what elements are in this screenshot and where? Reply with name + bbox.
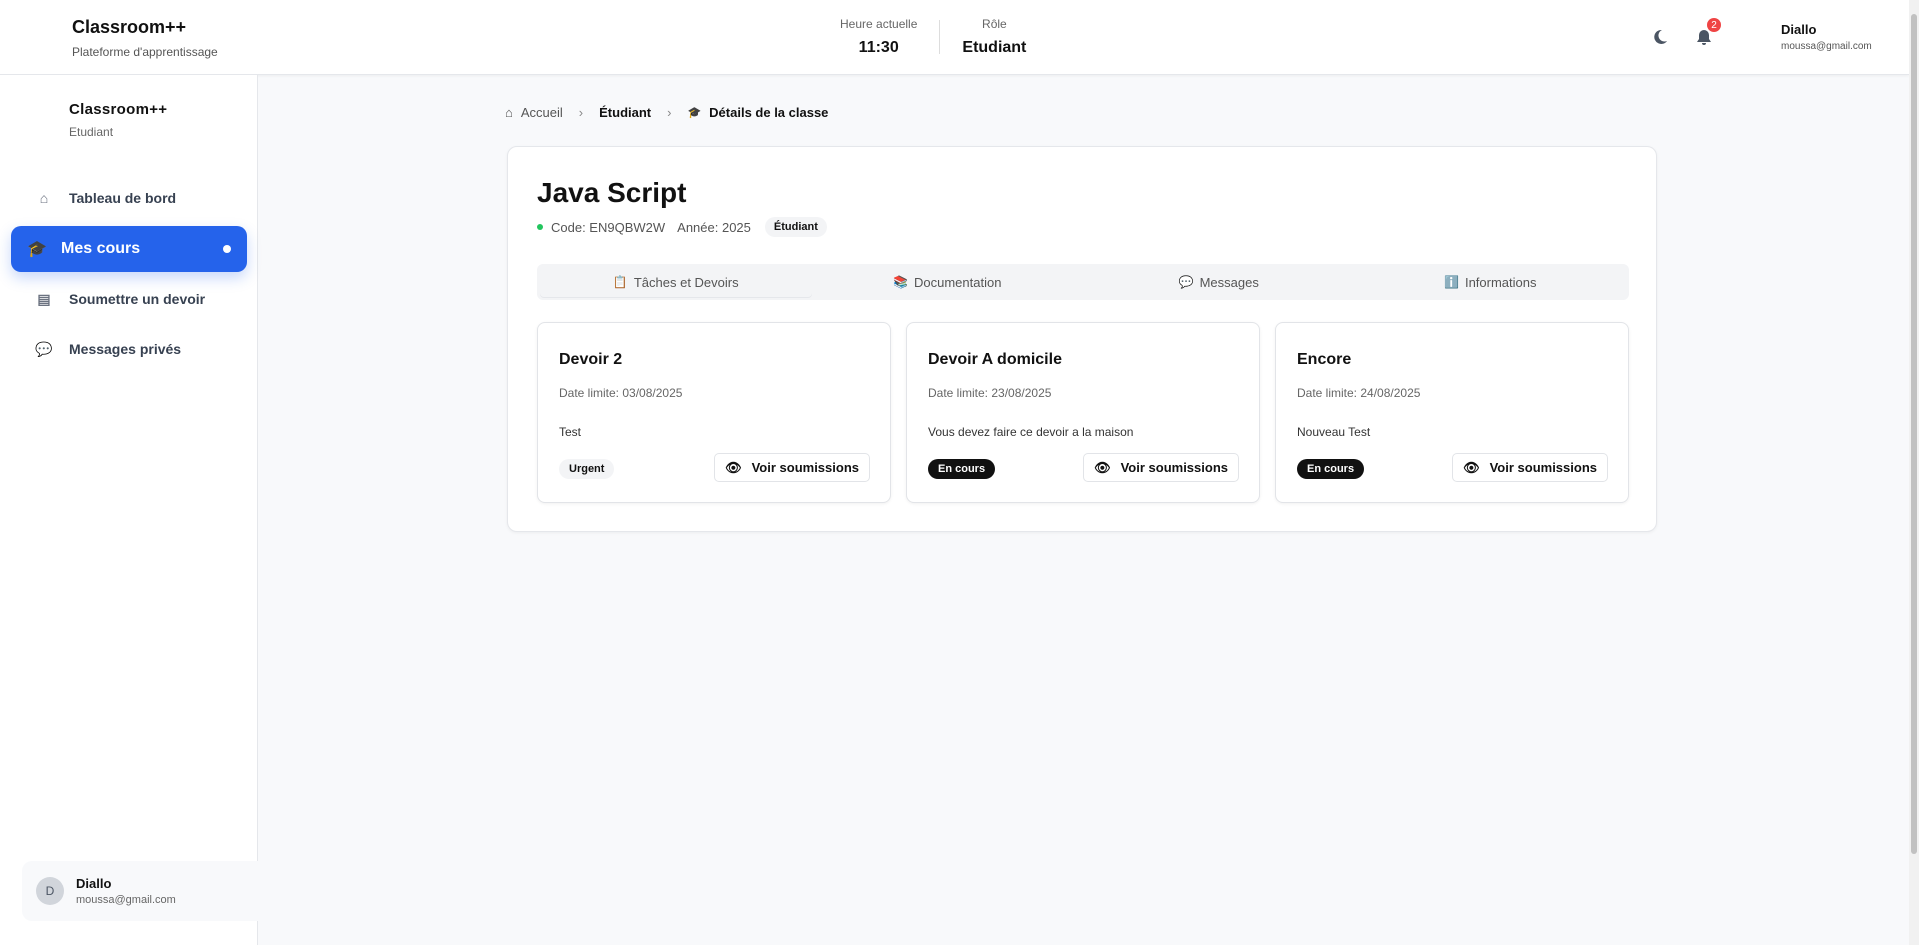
notification-badge: 2 <box>1707 18 1721 32</box>
graduation-cap-icon: 🎓 <box>687 107 702 119</box>
breadcrumb: ⌂ Accueil › Étudiant › 🎓 Détails de la c… <box>505 105 828 120</box>
button-label: Voir soumissions <box>1120 460 1228 475</box>
clipboard-icon: 📋 <box>612 275 628 289</box>
current-time: Heure actuelle 11:30 <box>840 17 917 57</box>
divider <box>939 20 941 54</box>
time-value: 11:30 <box>858 39 899 56</box>
tab-information[interactable]: ℹ️ Informations <box>1355 267 1627 297</box>
scrollbar-thumb[interactable] <box>1911 14 1917 854</box>
role-value: Etudiant <box>962 39 1027 56</box>
status-badge: En cours <box>1297 459 1365 479</box>
role-display: Rôle Etudiant <box>962 17 1026 57</box>
task-title: Devoir A domicile <box>928 351 1062 368</box>
nav-label: Tableau de bord <box>69 190 177 206</box>
home-icon: ⌂ <box>39 190 49 206</box>
task-deadline: Date limite: 24/08/2025 <box>1297 386 1421 400</box>
header-brand: Classroom++ Plateforme d'apprentissage <box>72 17 218 59</box>
nav-label: Soumettre un devoir <box>69 291 206 307</box>
notifications-button[interactable]: 2 <box>1693 18 1721 48</box>
sidebar-item-dashboard[interactable]: ⌂ Tableau de bord <box>11 175 247 221</box>
brand-title: Classroom++ <box>72 17 187 37</box>
task-deadline: Date limite: 03/08/2025 <box>559 386 683 400</box>
course-details-card: Java Script Code: EN9QBW2W Année: 2025 É… <box>507 146 1657 532</box>
eye-icon: 👁 <box>1463 459 1480 475</box>
tab-label: Messages <box>1199 274 1259 290</box>
task-description: Vous devez faire ce devoir a la maison <box>928 425 1134 439</box>
tab-label: Documentation <box>914 274 1002 290</box>
user-name: Diallo <box>76 876 112 891</box>
top-header: Classroom++ Plateforme d'apprentissage H… <box>0 0 1909 75</box>
task-deadline: Date limite: 23/08/2025 <box>928 386 1052 400</box>
button-label: Voir soumissions <box>751 460 859 475</box>
course-year: Année: 2025 <box>677 219 751 235</box>
active-dot <box>223 245 231 253</box>
tabs: 📋 Tâches et Devoirs 📚 Documentation 💬 Messa… <box>537 264 1629 300</box>
nav-label: Messages privés <box>69 341 182 357</box>
chevron-right-icon: › <box>578 105 584 120</box>
scrollbar[interactable] <box>1909 0 1919 945</box>
task-title: Devoir 2 <box>559 351 623 368</box>
task-card: Devoir A domicile Date limite: 23/08/202… <box>906 322 1260 503</box>
eye-icon: 👁 <box>1094 459 1111 475</box>
user-email: moussa@gmail.com <box>76 894 176 906</box>
task-description: Test <box>559 425 582 439</box>
brand-subtitle: Plateforme d'apprentissage <box>72 45 218 59</box>
sidebar-item-my-courses[interactable]: 🎓 Mes cours <box>11 226 247 272</box>
comments-icon: 💬 <box>35 340 53 357</box>
dark-mode-toggle[interactable] <box>1649 26 1671 48</box>
course-meta: Code: EN9QBW2W Année: 2025 Étudiant <box>537 217 827 237</box>
page-title: Java Script <box>537 177 687 208</box>
chevron-right-icon: › <box>667 105 672 120</box>
view-submissions-button[interactable]: 👁 Voir soumissions <box>1452 453 1608 482</box>
books-icon: 📚 <box>893 275 908 289</box>
status-dot <box>537 224 543 230</box>
task-title: Encore <box>1297 351 1352 368</box>
graduation-cap-icon: 🎓 <box>27 241 47 258</box>
task-card: Encore Date limite: 24/08/2025 Nouveau T… <box>1275 322 1629 503</box>
tab-tasks[interactable]: 📋 Tâches et Devoirs <box>540 267 812 297</box>
status-badge: En cours <box>928 459 996 479</box>
breadcrumb-home[interactable]: Accueil <box>521 105 563 120</box>
status-badge: Urgent <box>559 459 615 479</box>
file-icon: ▤ <box>37 290 51 307</box>
sidebar-item-submit-assignment[interactable]: ▤ Soumettre un devoir <box>11 276 247 322</box>
time-label: Heure actuelle <box>840 17 918 31</box>
task-description: Nouveau Test <box>1297 425 1371 439</box>
sidebar-role: Etudiant <box>69 125 114 139</box>
user-name: Diallo <box>1781 22 1817 37</box>
button-label: Voir soumissions <box>1489 460 1597 475</box>
role-label: Rôle <box>982 17 1007 31</box>
role-badge: Étudiant <box>764 217 827 237</box>
tab-label: Informations <box>1464 274 1537 290</box>
tab-label: Tâches et Devoirs <box>633 274 739 290</box>
tab-messages[interactable]: 💬 Messages <box>1083 267 1355 297</box>
view-submissions-button[interactable]: 👁 Voir soumissions <box>1083 453 1239 482</box>
sidebar: Classroom++ Etudiant ⌂ Tableau de bord 🎓 M… <box>0 75 290 945</box>
sidebar-user[interactable]: D Diallo moussa@gmail.com <box>22 861 290 921</box>
course-code: Code: EN9QBW2W <box>551 219 666 235</box>
home-icon: ⌂ <box>505 105 513 120</box>
info-icon: ℹ️ <box>1444 275 1459 289</box>
task-card: Devoir 2 Date limite: 03/08/2025 Test Ur… <box>537 322 891 503</box>
sidebar-item-private-messages[interactable]: 💬 Messages privés <box>11 326 247 372</box>
nav-label: Mes cours <box>61 240 141 257</box>
breadcrumb-current: Détails de la classe <box>709 105 829 120</box>
header-user[interactable]: Diallo moussa@gmail.com <box>1781 22 1872 52</box>
moon-icon <box>1654 29 1667 44</box>
speech-bubble-icon: 💬 <box>1178 275 1194 289</box>
sidebar-brand: Classroom++ <box>69 101 168 118</box>
user-email: moussa@gmail.com <box>1781 41 1872 52</box>
avatar: D <box>36 877 64 905</box>
view-submissions-button[interactable]: 👁 Voir soumissions <box>714 453 870 482</box>
eye-icon: 👁 <box>725 459 742 475</box>
tab-documentation[interactable]: 📚 Documentation <box>812 267 1084 297</box>
breadcrumb-student[interactable]: Étudiant <box>599 105 651 120</box>
